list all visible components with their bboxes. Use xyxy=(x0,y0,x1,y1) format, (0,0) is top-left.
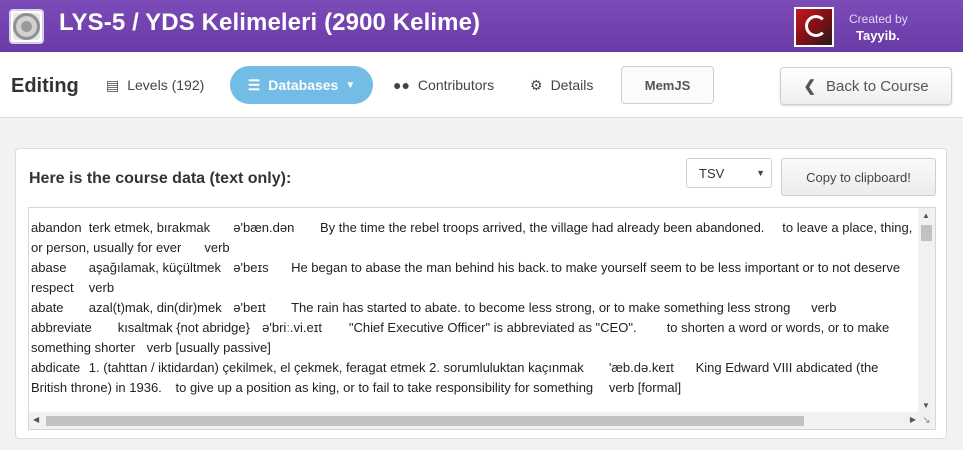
creator-name[interactable]: Tayyib. xyxy=(856,28,900,43)
tab-details[interactable]: ⚙ Details xyxy=(530,66,593,104)
course-logo-image xyxy=(13,13,40,40)
select-caret-icon: ▼ xyxy=(756,168,765,178)
tab-details-label: Details xyxy=(550,77,594,93)
resize-handle-icon[interactable]: ↘ xyxy=(918,412,935,429)
horizontal-scrollbar[interactable]: ◀ ▶ xyxy=(29,412,920,429)
course-data-textarea[interactable]: abandon terk etmek, bırakmak ə'bæn.dən B… xyxy=(28,207,936,430)
format-select[interactable]: TSV ▼ xyxy=(686,158,772,188)
editing-label: Editing xyxy=(11,75,79,97)
tab-databases[interactable]: ☰ Databases ▼ xyxy=(230,66,373,104)
chevron-left-icon: ❮ xyxy=(803,78,817,95)
list-icon: ▤ xyxy=(106,76,120,93)
menu-icon: ☰ xyxy=(247,76,261,93)
vertical-scroll-thumb[interactable] xyxy=(921,225,932,241)
course-data-panel: Here is the course data (text only): TSV… xyxy=(15,148,947,439)
horizontal-scroll-thumb[interactable] xyxy=(46,416,804,426)
scroll-right-icon[interactable]: ▶ xyxy=(910,415,916,424)
created-by-label: Created by xyxy=(849,12,908,26)
memjs-button[interactable]: MemJS xyxy=(621,66,714,104)
course-title[interactable]: LYS-5 / YDS Kelimeleri (2900 Kelime) xyxy=(59,9,480,37)
chevron-down-icon: ▼ xyxy=(345,79,356,91)
vertical-scrollbar[interactable]: ▲ ▼ xyxy=(918,208,935,413)
users-icon: ●● xyxy=(393,77,410,93)
creator-avatar[interactable] xyxy=(794,7,834,47)
course-data-text[interactable]: abandon terk etmek, bırakmak ə'bæn.dən B… xyxy=(31,218,917,398)
tab-levels-label: Levels (192) xyxy=(127,77,205,93)
gear-icon: ⚙ xyxy=(530,76,543,93)
panel-title: Here is the course data (text only): xyxy=(29,170,292,187)
editor-navbar: Editing ▤ Levels (192) ☰ Databases ▼ ●● … xyxy=(0,52,963,118)
tab-databases-label: Databases xyxy=(268,77,339,93)
scroll-down-icon[interactable]: ▼ xyxy=(922,401,930,410)
course-logo[interactable] xyxy=(9,9,44,44)
scroll-left-icon[interactable]: ◀ xyxy=(33,415,39,424)
tab-contributors[interactable]: ●● Contributors xyxy=(393,66,494,104)
copy-to-clipboard-button[interactable]: Copy to clipboard! xyxy=(781,158,936,196)
tab-contributors-label: Contributors xyxy=(417,77,495,93)
back-to-course-button[interactable]: ❮ Back to Course xyxy=(780,67,952,105)
course-header: LYS-5 / YDS Kelimeleri (2900 Kelime) Cre… xyxy=(0,0,963,52)
format-select-value: TSV xyxy=(699,165,725,181)
back-to-course-label: Back to Course xyxy=(826,77,929,95)
tab-levels[interactable]: ▤ Levels (192) xyxy=(106,66,204,104)
scroll-up-icon[interactable]: ▲ xyxy=(922,211,930,220)
